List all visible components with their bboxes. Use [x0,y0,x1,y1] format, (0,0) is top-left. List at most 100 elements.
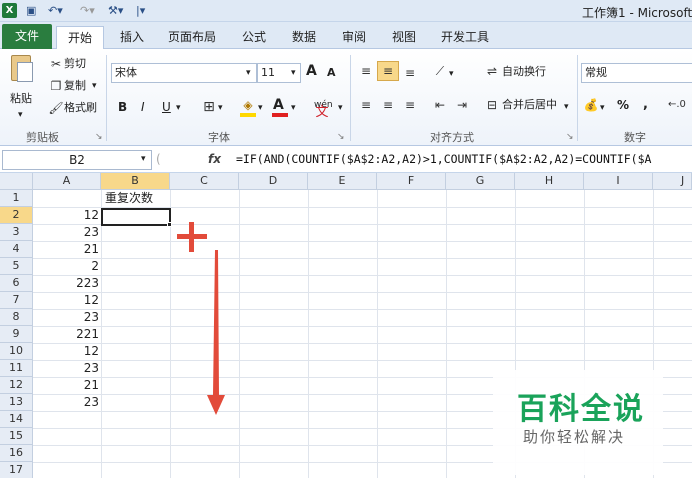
column-header-g[interactable]: G [446,173,515,190]
cut-icon[interactable]: ✂ [48,56,64,72]
column-header-j[interactable]: J [653,173,692,190]
borders-dropdown-icon[interactable]: ▾ [218,100,223,116]
tab-developer[interactable]: 开发工具 [434,26,496,49]
copy-icon[interactable]: ❐ [48,78,64,94]
copy-dropdown-icon[interactable]: ▾ [92,78,97,94]
clipboard-launcher-icon[interactable]: ↘ [95,129,103,145]
merge-center-icon[interactable]: ⊟ [484,97,500,113]
row-header[interactable]: 14 [0,411,33,428]
align-center-icon[interactable]: ≡ [380,97,396,113]
format-painter-icon[interactable]: ⚒▾ [108,3,123,19]
decrease-indent-icon[interactable]: ⇤ [432,97,448,113]
column-header-c[interactable]: C [170,173,239,190]
font-launcher-icon[interactable]: ↘ [337,129,345,145]
insert-function-button[interactable]: fx [208,152,221,166]
row-header[interactable]: 2 [0,207,33,224]
wrap-text-button[interactable]: 自动换行 [502,64,546,80]
row-header[interactable]: 4 [0,241,33,258]
paste-label[interactable]: 粘贴 [10,91,32,107]
align-bottom-icon[interactable]: ≡ [402,65,418,81]
cut-button[interactable]: 剪切 [64,56,86,72]
row-header[interactable]: 8 [0,309,33,326]
number-format-select[interactable]: 常规 [581,63,692,83]
tab-home[interactable]: 开始 [56,26,104,49]
accounting-format-icon[interactable]: 💰 [583,97,599,113]
column-header-d[interactable]: D [239,173,308,190]
underline-dropdown-icon[interactable]: ▾ [176,100,181,116]
tab-page-layout[interactable]: 页面布局 [162,26,222,49]
fill-color-dropdown-icon[interactable]: ▾ [258,100,263,116]
tab-data[interactable]: 数据 [284,26,324,49]
fill-handle[interactable] [167,222,172,227]
borders-icon[interactable]: ⊞ [201,99,217,115]
redo-icon[interactable]: ↷▾ [80,3,95,19]
cell-a4[interactable]: 21 [33,241,101,258]
cell-a10[interactable]: 12 [33,343,101,360]
tab-view[interactable]: 视图 [384,26,424,49]
increase-decimal-icon[interactable]: ←.0 [668,97,686,113]
accounting-dropdown-icon[interactable]: ▾ [600,100,605,116]
format-painter-button[interactable]: 格式刷 [64,100,97,116]
cell-a11[interactable]: 23 [33,360,101,377]
tab-file[interactable]: 文件 [2,24,52,49]
font-size-dropdown-icon[interactable]: ▾ [291,65,296,81]
italic-button[interactable]: I [141,99,145,115]
cell-a2[interactable]: 12 [33,207,101,224]
column-header-h[interactable]: H [515,173,584,190]
percent-style-button[interactable]: % [617,97,629,113]
tab-review[interactable]: 审阅 [334,26,374,49]
paste-button[interactable] [6,53,36,89]
row-header[interactable]: 9 [0,326,33,343]
save-icon[interactable]: ▣ [26,3,36,19]
align-right-icon[interactable]: ≡ [402,97,418,113]
row-header[interactable]: 11 [0,360,33,377]
tab-formulas[interactable]: 公式 [234,26,274,49]
active-cell-b2[interactable] [101,208,171,226]
column-header-f[interactable]: F [377,173,446,190]
cell-a3[interactable]: 23 [33,224,101,241]
row-header[interactable]: 5 [0,258,33,275]
column-header-i[interactable]: I [584,173,653,190]
font-color-button[interactable]: A [273,97,284,113]
column-header-b[interactable]: B [101,173,170,190]
undo-icon[interactable]: ↶▾ [48,3,63,19]
row-header[interactable]: 10 [0,343,33,360]
cell-a12[interactable]: 21 [33,377,101,394]
cell-a7[interactable]: 12 [33,292,101,309]
bold-button[interactable]: B [118,99,127,115]
cell-a13[interactable]: 23 [33,394,101,411]
orientation-dropdown-icon[interactable]: ▾ [449,66,454,82]
increase-indent-icon[interactable]: ⇥ [454,97,470,113]
text-orientation-icon[interactable]: ⟋ [432,63,448,79]
underline-button[interactable]: U [162,99,171,115]
row-header[interactable]: 17 [0,462,33,478]
tab-insert[interactable]: 插入 [112,26,152,49]
comma-style-button[interactable]: , [643,97,648,113]
shrink-font-button[interactable]: A [327,65,336,81]
font-name-select[interactable]: 宋体 [111,63,257,83]
row-header[interactable]: 12 [0,377,33,394]
row-header[interactable]: 1 [0,190,33,207]
font-name-dropdown-icon[interactable]: ▾ [246,65,251,81]
formula-input[interactable]: =IF(AND(COUNTIF($A$2:A2,A2)>1,COUNTIF($A… [236,152,651,166]
cell-b1[interactable]: 重复次数 [103,190,155,207]
row-header[interactable]: 15 [0,428,33,445]
customize-toolbar-icon[interactable]: |▾ [136,3,145,19]
align-top-icon[interactable]: ≡ [358,63,374,79]
name-box[interactable]: B2 [2,150,152,170]
cell-a6[interactable]: 223 [33,275,101,292]
column-header-a[interactable]: A [33,173,101,190]
cell-a5[interactable]: 2 [33,258,101,275]
row-header[interactable]: 16 [0,445,33,462]
row-header[interactable]: 7 [0,292,33,309]
font-color-dropdown-icon[interactable]: ▾ [291,100,296,116]
align-left-icon[interactable]: ≡ [358,97,374,113]
row-header[interactable]: 3 [0,224,33,241]
alignment-launcher-icon[interactable]: ↘ [566,129,574,145]
name-box-dropdown-icon[interactable]: ▾ [141,154,146,164]
align-middle-icon[interactable]: ≡ [377,61,399,81]
row-header[interactable]: 13 [0,394,33,411]
select-all-corner[interactable] [0,173,33,190]
grow-font-button[interactable]: A [306,63,317,79]
cell-a9[interactable]: 221 [33,326,101,343]
